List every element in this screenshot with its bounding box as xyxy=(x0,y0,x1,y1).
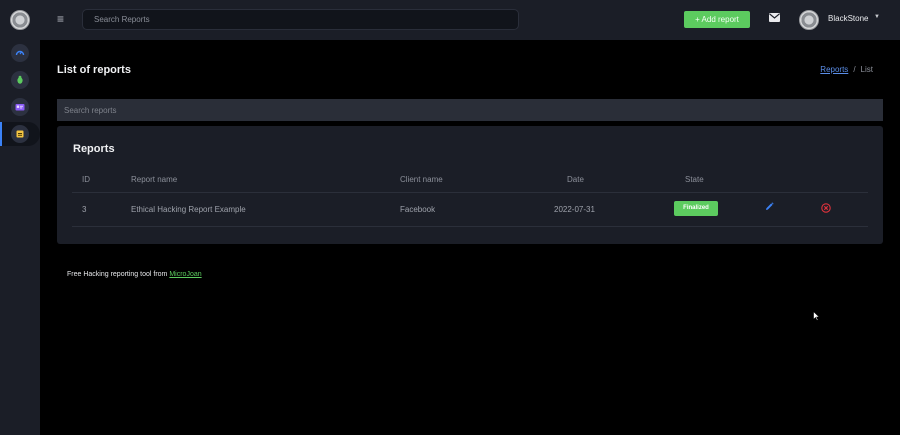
breadcrumb-current: List xyxy=(860,65,873,74)
footer-link[interactable]: MicroJoan xyxy=(169,271,201,278)
footer: Free Hacking reporting tool from MicroJo… xyxy=(67,271,202,278)
app-logo[interactable] xyxy=(10,10,30,30)
chevron-down-icon[interactable]: ▼ xyxy=(874,14,880,20)
table-divider xyxy=(72,226,868,227)
breadcrumb-separator: / xyxy=(853,65,856,74)
search-input[interactable] xyxy=(82,9,519,30)
user-name[interactable]: BlackStone xyxy=(828,14,868,23)
delete-icon[interactable] xyxy=(821,203,831,213)
page-title: List of reports xyxy=(57,64,131,76)
column-header-id: ID xyxy=(82,175,90,184)
mouse-cursor-icon xyxy=(813,311,820,321)
menu-toggle-icon[interactable]: ≡ xyxy=(57,13,64,25)
report-icon xyxy=(16,130,24,138)
status-badge: Finalized xyxy=(674,201,718,216)
sidebar xyxy=(0,0,40,435)
mail-icon[interactable] xyxy=(769,13,780,22)
card-title: Reports xyxy=(73,143,115,155)
sidebar-active-indicator xyxy=(0,122,2,146)
table-divider xyxy=(72,192,868,193)
reports-card: Reports ID Report name Client name Date … xyxy=(57,126,883,244)
add-report-button[interactable]: + Add report xyxy=(684,11,750,28)
bug-icon xyxy=(17,75,23,84)
topbar: ≡ + Add report BlackStone ▼ xyxy=(40,0,900,40)
column-header-client-name: Client name xyxy=(400,175,443,184)
avatar[interactable] xyxy=(799,10,819,30)
column-header-date: Date xyxy=(567,175,584,184)
reports-filter-input[interactable] xyxy=(57,99,883,121)
cell-id: 3 xyxy=(82,205,87,214)
id-card-icon xyxy=(15,104,25,111)
breadcrumb: Reports / List xyxy=(820,65,873,74)
column-header-report-name: Report name xyxy=(131,175,178,184)
sidebar-item-vulnerabilities[interactable] xyxy=(11,71,29,89)
footer-text: Free Hacking reporting tool from xyxy=(67,271,170,278)
breadcrumb-link-reports[interactable]: Reports xyxy=(820,65,848,74)
cell-report-name[interactable]: Ethical Hacking Report Example xyxy=(131,205,246,214)
cell-client-name: Facebook xyxy=(400,205,436,214)
cell-date: 2022-07-31 xyxy=(554,205,595,214)
sidebar-item-dashboard[interactable] xyxy=(11,44,29,62)
sidebar-item-reports[interactable] xyxy=(11,125,29,143)
edit-icon[interactable] xyxy=(765,202,774,211)
gauge-icon xyxy=(15,50,25,56)
column-header-state: State xyxy=(685,175,704,184)
sidebar-item-clients[interactable] xyxy=(11,98,29,116)
